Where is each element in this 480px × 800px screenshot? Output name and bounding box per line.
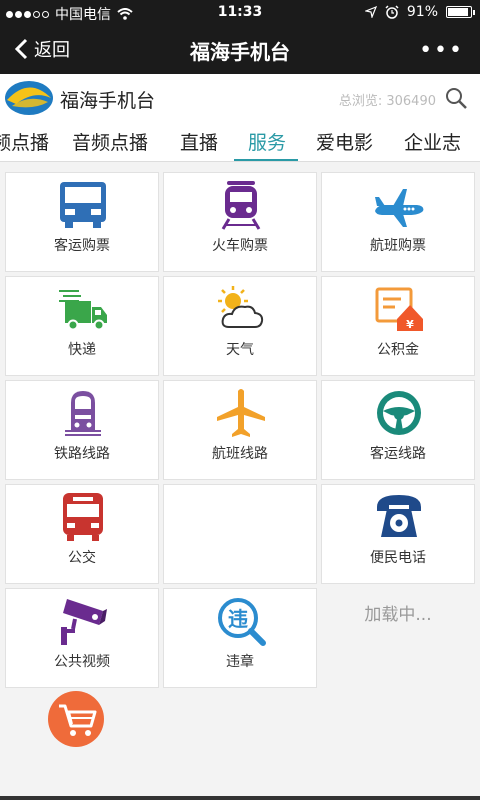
service-label: 天气 — [226, 342, 254, 358]
service-coach-routes[interactable]: 客运线路 — [321, 380, 475, 480]
service-label: 违章 — [226, 654, 254, 670]
housing-fund-icon: ¥ — [375, 287, 423, 331]
weather-icon — [218, 286, 264, 328]
flight-route-icon — [217, 389, 265, 437]
back-label: 返回 — [34, 40, 70, 61]
service-express-delivery[interactable]: 快递 — [5, 276, 159, 376]
page-title: 福海手机台 — [190, 40, 290, 64]
service-label: 铁路线路 — [54, 446, 110, 462]
service-label: 客运线路 — [370, 446, 426, 462]
location-arrow-icon — [364, 6, 377, 18]
tab-video-on-demand[interactable]: 频点播 — [0, 128, 49, 155]
service-label: 公交 — [68, 550, 96, 566]
service-flight-routes[interactable]: 航班线路 — [163, 380, 317, 480]
service-label: 便民电话 — [370, 550, 426, 566]
site-name: 福海手机台 — [60, 90, 156, 112]
more-menu-icon[interactable]: ••• — [419, 38, 464, 63]
cctv-camera-icon — [61, 599, 107, 645]
battery-percent: 91% — [406, 4, 438, 20]
service-public-phone[interactable]: 便民电话 — [321, 484, 475, 584]
empty-cell — [163, 484, 317, 584]
site-header: 福海手机台 总浏览: 306490 — [0, 74, 480, 122]
city-bus-icon — [63, 493, 103, 541]
bottom-edge — [0, 796, 480, 800]
tab-live[interactable]: 直播 — [180, 128, 218, 155]
train-icon — [221, 181, 261, 230]
bus-icon — [60, 182, 106, 228]
service-public-video[interactable]: 公共视频 — [5, 588, 159, 688]
tab-services[interactable]: 服务 — [248, 128, 286, 155]
airplane-icon — [375, 189, 424, 227]
svg-text:¥: ¥ — [406, 318, 414, 331]
railway-icon — [65, 391, 101, 436]
service-housing-fund[interactable]: ¥ 公积金 — [321, 276, 475, 376]
tab-movies[interactable]: 爱电影 — [316, 128, 373, 155]
chevron-left-icon — [14, 38, 28, 60]
service-bus-ticket[interactable]: 客运购票 — [5, 172, 159, 272]
steering-wheel-icon — [377, 391, 421, 435]
service-label: 火车购票 — [212, 238, 268, 254]
service-label: 航班线路 — [212, 446, 268, 462]
search-icon[interactable] — [444, 86, 468, 110]
service-weather[interactable]: 天气 — [163, 276, 317, 376]
service-label: 公积金 — [377, 342, 419, 358]
back-button[interactable]: 返回 — [14, 36, 70, 62]
visit-count: 306490 — [386, 94, 436, 109]
service-label: 快递 — [68, 342, 96, 358]
tab-audio-on-demand[interactable]: 音频点播 — [72, 128, 148, 155]
alarm-clock-icon — [385, 5, 399, 19]
service-city-bus[interactable]: 公交 — [5, 484, 159, 584]
service-traffic-violation[interactable]: 违 违章 — [163, 588, 317, 688]
battery-icon — [446, 6, 475, 18]
visit-label: 总浏览: — [338, 94, 383, 109]
status-bar: 中国电信 11:33 91% — [0, 0, 480, 26]
service-railway-routes[interactable]: 铁路线路 — [5, 380, 159, 480]
svg-text:违: 违 — [228, 607, 248, 631]
service-label: 客运购票 — [54, 238, 110, 254]
service-label: 航班购票 — [370, 238, 426, 254]
status-right: 91% — [364, 4, 475, 20]
active-tab-indicator — [234, 159, 298, 161]
service-train-ticket[interactable]: 火车购票 — [163, 172, 317, 272]
tab-enterprise[interactable]: 企业志 — [404, 128, 461, 155]
shopping-cart-icon[interactable] — [47, 690, 105, 748]
service-flight-ticket[interactable]: 航班购票 — [321, 172, 475, 272]
navigation-bar: 返回 福海手机台 ••• — [0, 26, 480, 74]
delivery-truck-icon — [59, 290, 107, 331]
violation-search-icon: 违 — [218, 598, 266, 646]
visit-counter: 总浏览: 306490 — [339, 90, 436, 109]
loading-indicator: 加载中... — [364, 605, 432, 625]
service-label: 公共视频 — [54, 654, 110, 670]
site-logo — [5, 81, 53, 115]
category-tabs: 频点播 音频点播 直播 服务 爱电影 企业志 — [0, 122, 480, 162]
telephone-icon — [377, 495, 421, 537]
